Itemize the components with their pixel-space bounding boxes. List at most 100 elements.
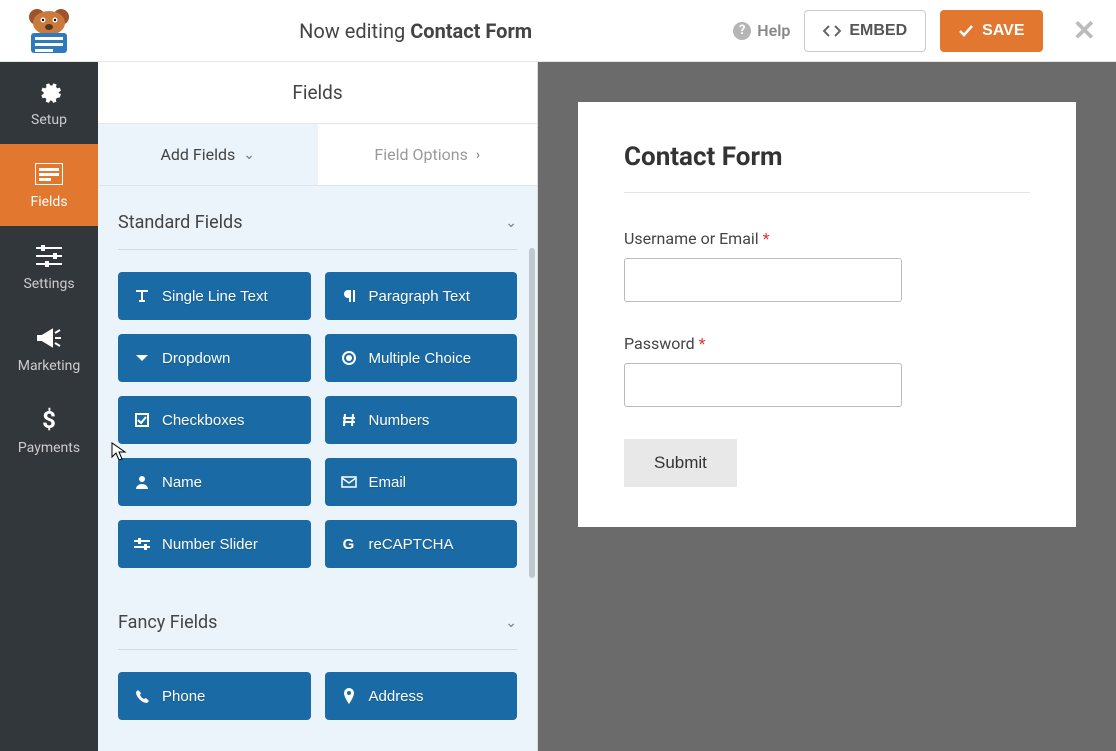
field-number-slider[interactable]: Number Slider <box>118 520 311 568</box>
help-label: Help <box>757 21 790 40</box>
sidebar-item-settings[interactable]: Settings <box>0 226 98 308</box>
fields-panel: Fields Add Fields ⌄ Field Options › Stan… <box>98 62 538 751</box>
sidebar-item-payments[interactable]: $ Payments <box>0 390 98 472</box>
editing-title: Now editing Contact Form <box>98 19 733 43</box>
radio-icon <box>341 350 357 366</box>
field-label: Multiple Choice <box>369 350 472 367</box>
tab-add-fields[interactable]: Add Fields ⌄ <box>98 124 318 185</box>
field-checkboxes[interactable]: Checkboxes <box>118 396 311 444</box>
sidebar-label: Settings <box>23 276 74 292</box>
save-label: SAVE <box>982 22 1024 40</box>
google-icon: G <box>341 536 357 552</box>
main-area: Setup Fields Settings Marketing $ Paymen… <box>0 62 1116 751</box>
field-label: Address <box>369 688 424 705</box>
slider-icon <box>134 536 150 552</box>
sidebar-item-marketing[interactable]: Marketing <box>0 308 98 390</box>
field-label: reCAPTCHA <box>369 536 454 553</box>
form-field-password[interactable]: Password * <box>624 334 1030 407</box>
field-recaptcha[interactable]: GreCAPTCHA <box>325 520 518 568</box>
svg-text:$: $ <box>42 407 56 433</box>
user-icon <box>134 474 150 490</box>
gear-icon <box>35 78 63 106</box>
dollar-icon: $ <box>35 406 63 434</box>
phone-icon <box>134 688 150 704</box>
text-icon <box>134 288 150 304</box>
embed-label: EMBED <box>849 22 907 40</box>
field-single-line-text[interactable]: Single Line Text <box>118 272 311 320</box>
chevron-down-icon: ⌄ <box>243 147 255 163</box>
sliders-icon <box>35 242 63 270</box>
field-phone[interactable]: Phone <box>118 672 311 720</box>
field-label: Password * <box>624 334 1030 353</box>
divider <box>118 649 517 650</box>
password-input[interactable] <box>624 363 902 407</box>
field-label: Numbers <box>369 412 430 429</box>
field-label: Paragraph Text <box>369 288 470 305</box>
check-icon <box>958 24 974 38</box>
field-label: Number Slider <box>162 536 258 553</box>
tab-label: Field Options <box>374 145 467 164</box>
field-label: Username or Email * <box>624 229 1030 248</box>
code-icon <box>823 24 841 38</box>
section-fancy-fields[interactable]: Fancy Fields ⌄ <box>118 578 517 649</box>
checkbox-icon <box>134 412 150 428</box>
field-address[interactable]: Address <box>325 672 518 720</box>
field-name[interactable]: Name <box>118 458 311 506</box>
submit-button[interactable]: Submit <box>624 439 737 487</box>
field-multiple-choice[interactable]: Multiple Choice <box>325 334 518 382</box>
field-numbers[interactable]: Numbers <box>325 396 518 444</box>
standard-field-grid: Single Line Text Paragraph Text Dropdown… <box>118 272 517 568</box>
app-logo <box>0 7 98 55</box>
required-asterisk: * <box>763 229 770 248</box>
help-link[interactable]: ? Help <box>733 21 790 40</box>
tab-field-options[interactable]: Field Options › <box>318 124 538 185</box>
label-text: Password <box>624 334 695 353</box>
label-text: Username or Email <box>624 229 759 248</box>
bullhorn-icon <box>35 324 63 352</box>
caret-down-icon <box>134 350 150 366</box>
field-paragraph-text[interactable]: Paragraph Text <box>325 272 518 320</box>
field-label: Checkboxes <box>162 412 245 429</box>
help-icon: ? <box>733 22 751 40</box>
username-input[interactable] <box>624 258 902 302</box>
field-label: Name <box>162 474 202 491</box>
field-label: Single Line Text <box>162 288 268 305</box>
sidebar-label: Fields <box>30 194 67 210</box>
paragraph-icon <box>341 288 357 304</box>
save-button[interactable]: SAVE <box>940 10 1042 52</box>
sidebar-label: Payments <box>18 440 80 456</box>
editing-form-name: Contact Form <box>410 19 532 43</box>
top-actions: ? Help EMBED SAVE <box>733 10 1062 52</box>
panel-body: Standard Fields ⌄ Single Line Text Parag… <box>98 186 537 751</box>
divider <box>118 249 517 250</box>
envelope-icon <box>341 474 357 490</box>
sidebar-label: Marketing <box>18 358 81 374</box>
field-dropdown[interactable]: Dropdown <box>118 334 311 382</box>
fields-icon <box>35 160 63 188</box>
field-email[interactable]: Email <box>325 458 518 506</box>
close-button[interactable]: ✕ <box>1063 14 1116 47</box>
fancy-field-grid: Phone Address <box>118 672 517 720</box>
pin-icon <box>341 688 357 704</box>
panel-title: Fields <box>98 62 537 124</box>
sidebar-item-fields[interactable]: Fields <box>0 144 98 226</box>
field-label: Email <box>369 474 407 491</box>
section-title: Standard Fields <box>118 212 243 233</box>
panel-tabs: Add Fields ⌄ Field Options › <box>98 124 537 186</box>
chevron-down-icon: ⌄ <box>505 215 517 231</box>
wpforms-logo-icon <box>19 7 79 55</box>
top-bar: Now editing Contact Form ? Help EMBED SA… <box>0 0 1116 62</box>
form-title: Contact Form <box>624 142 1030 172</box>
tab-label: Add Fields <box>160 145 235 164</box>
form-field-username[interactable]: Username or Email * <box>624 229 1030 302</box>
section-standard-fields[interactable]: Standard Fields ⌄ <box>118 186 517 249</box>
form-preview: Contact Form Username or Email * Passwor… <box>538 62 1116 751</box>
section-title: Fancy Fields <box>118 612 217 633</box>
left-sidebar: Setup Fields Settings Marketing $ Paymen… <box>0 62 98 751</box>
sidebar-item-setup[interactable]: Setup <box>0 62 98 144</box>
form-card: Contact Form Username or Email * Passwor… <box>578 102 1076 527</box>
scrollbar[interactable] <box>529 248 535 578</box>
required-asterisk: * <box>699 334 706 353</box>
field-label: Dropdown <box>162 350 230 367</box>
embed-button[interactable]: EMBED <box>804 10 926 52</box>
